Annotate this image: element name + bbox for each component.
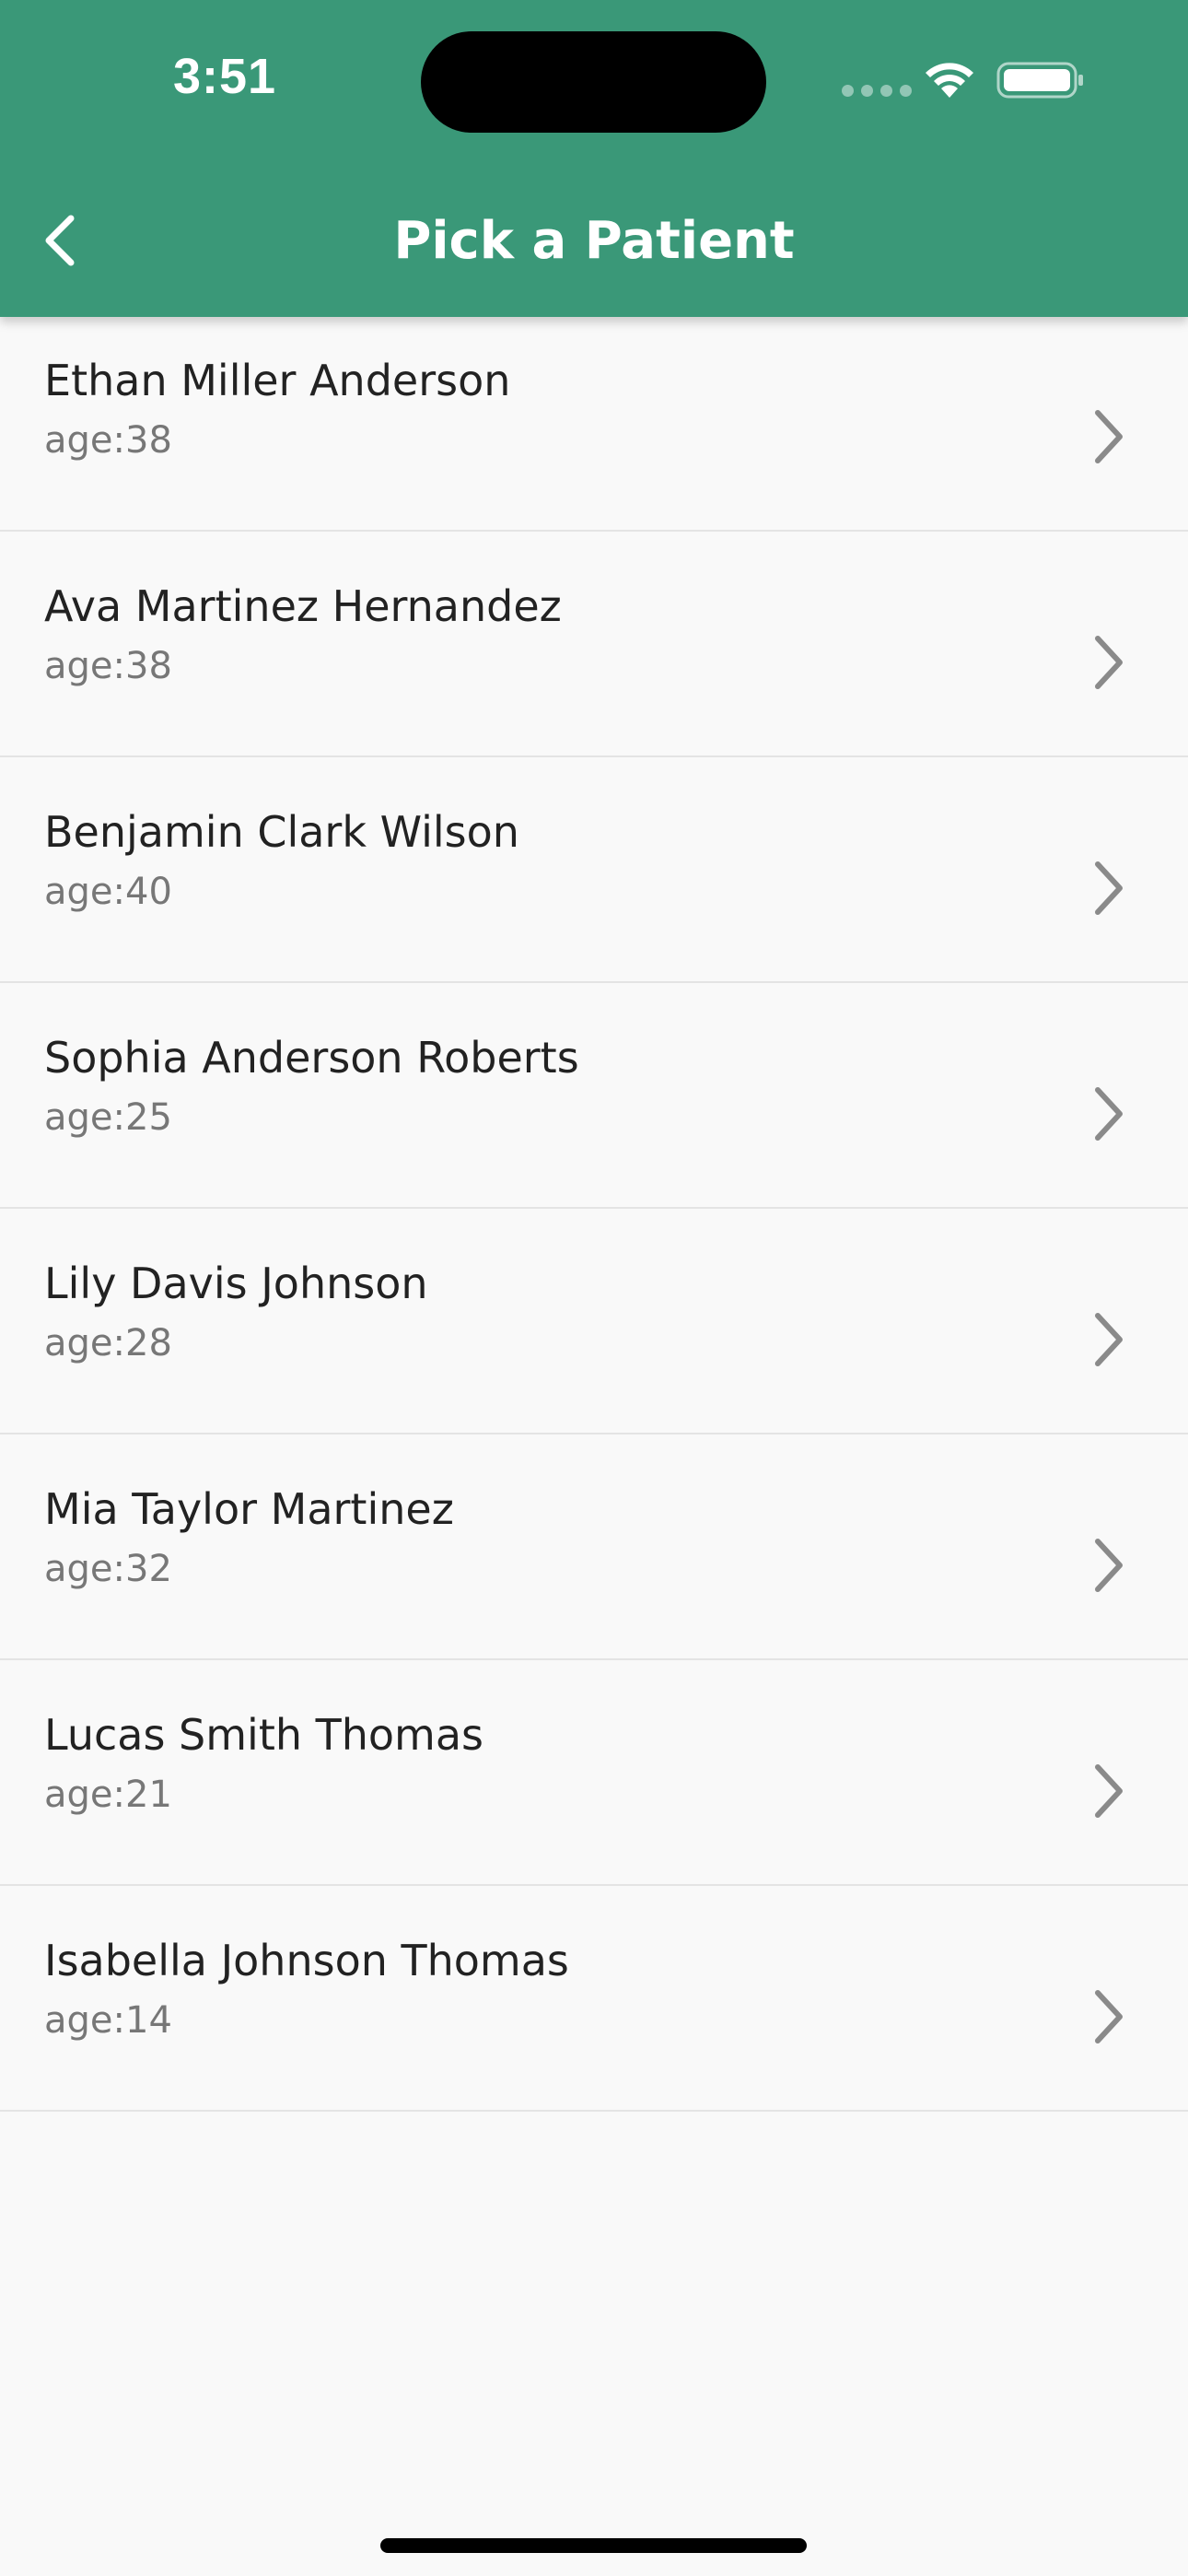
chevron-right-icon — [1095, 1990, 1123, 2043]
chevron-right-icon — [1095, 1764, 1123, 1818]
patient-name: Sophia Anderson Roberts — [44, 1033, 579, 1083]
patient-row[interactable]: Lily Davis Johnson age:28 — [0, 1209, 1188, 1434]
patient-row[interactable]: Sophia Anderson Roberts age:25 — [0, 983, 1188, 1209]
home-indicator[interactable] — [380, 2538, 807, 2553]
chevron-right-icon — [1095, 636, 1123, 689]
chevron-right-icon — [1095, 861, 1123, 915]
patient-row[interactable]: Benjamin Clark Wilson age:40 — [0, 757, 1188, 983]
patient-name: Lily Davis Johnson — [44, 1259, 428, 1308]
patient-age: age:32 — [44, 1548, 172, 1590]
patient-name: Mia Taylor Martinez — [44, 1484, 454, 1534]
patient-list: Ethan Miller Anderson age:38 Ava Martine… — [0, 317, 1188, 2112]
patient-name: Lucas Smith Thomas — [44, 1710, 484, 1760]
patient-name: Ava Martinez Hernandez — [44, 581, 562, 631]
patient-row[interactable]: Lucas Smith Thomas age:21 — [0, 1660, 1188, 1886]
patient-row[interactable]: Mia Taylor Martinez age:32 — [0, 1434, 1188, 1660]
patient-name: Benjamin Clark Wilson — [44, 807, 519, 857]
patient-row[interactable]: Ava Martinez Hernandez age:38 — [0, 532, 1188, 757]
status-time: 3:51 — [173, 49, 277, 104]
chevron-right-icon — [1095, 410, 1123, 463]
wifi-icon — [926, 63, 973, 98]
chevron-right-icon — [1095, 1313, 1123, 1366]
dynamic-island — [421, 31, 766, 133]
chevron-right-icon — [1095, 1539, 1123, 1592]
cellular-signal-icon — [842, 85, 912, 97]
patient-age: age:28 — [44, 1322, 172, 1364]
patient-row[interactable]: Ethan Miller Anderson age:38 — [0, 317, 1188, 532]
patient-name: Isabella Johnson Thomas — [44, 1936, 569, 1985]
patient-age: age:21 — [44, 1774, 172, 1816]
patient-age: age:25 — [44, 1096, 172, 1139]
battery-icon — [996, 62, 1083, 99]
patient-age: age:38 — [44, 645, 172, 687]
page-title: Pick a Patient — [393, 211, 795, 271]
patient-age: age:40 — [44, 871, 172, 913]
patient-name: Ethan Miller Anderson — [44, 356, 511, 405]
patient-age: age:14 — [44, 1999, 172, 2042]
chevron-right-icon — [1095, 1087, 1123, 1141]
patient-age: age:38 — [44, 419, 172, 462]
patient-row[interactable]: Isabella Johnson Thomas age:14 — [0, 1886, 1188, 2112]
app-header: 3:51 Pick a Patient — [0, 0, 1188, 317]
